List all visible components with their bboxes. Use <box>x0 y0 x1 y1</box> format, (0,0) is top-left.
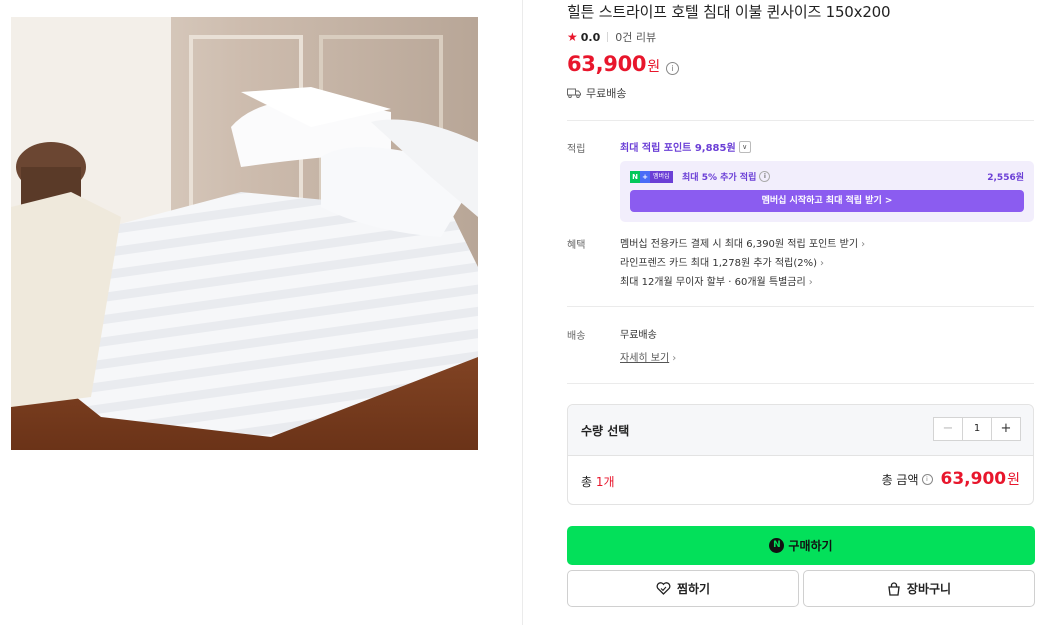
buy-button-label: 구매하기 <box>788 539 833 553</box>
naver-plus-membership-badge: N + 멤버십 <box>630 171 673 183</box>
heart-icon <box>656 582 671 595</box>
total-amount: 총 금액 i 63,900 원 <box>882 469 1020 489</box>
delivery-value: 무료배송 <box>620 330 657 341</box>
quantity-input[interactable]: 1 <box>963 418 991 440</box>
total-price: 63,900 <box>940 469 1007 489</box>
divider-1 <box>567 120 1034 121</box>
membership-extra-text: 최대 5% 추가 적립 <box>682 173 757 183</box>
chevron-down-icon: ∨ <box>738 140 751 153</box>
membership-box: N + 멤버십 최대 5% 추가 적립 i 2,556원 멤버십 시작하고 최대… <box>620 161 1034 222</box>
chevron-right-icon: › <box>861 239 866 250</box>
total-prefix: 총 <box>581 475 596 489</box>
total-count-value: 1개 <box>595 475 615 489</box>
quantity-header: 수량 선택 − 1 + <box>568 405 1033 456</box>
membership-badge-text: 멤버십 <box>650 171 673 183</box>
chevron-right-icon: › <box>820 258 824 269</box>
membership-info-icon[interactable]: i <box>759 171 771 182</box>
quantity-box: 수량 선택 − 1 + 총 1개 총 금액 i 63,900 원 <box>567 404 1034 505</box>
price-row: 63,900 원 i <box>567 52 680 76</box>
points-label: 적립 <box>567 144 586 155</box>
shipping-badge-label: 무료배송 <box>586 87 627 100</box>
price-info-icon[interactable]: i <box>666 62 680 75</box>
benefit-item-text: 최대 12개월 무이자 할부 · 60개월 특별금리 <box>620 277 806 288</box>
benefit-item-installment[interactable]: 최대 12개월 무이자 할부 · 60개월 특별금리 › <box>620 273 813 288</box>
benefits-label: 혜택 <box>567 240 586 251</box>
delivery-label: 배송 <box>567 331 586 342</box>
naver-n-badge: N <box>630 171 640 183</box>
product-image <box>11 17 478 450</box>
buy-button[interactable]: N 구매하기 <box>567 526 1035 565</box>
total-currency: 원 <box>1007 472 1020 488</box>
divider-3 <box>567 383 1034 384</box>
divider-2 <box>567 306 1034 307</box>
rating-row: ★ 0.0 0건 리뷰 <box>567 29 656 45</box>
total-count: 총 1개 <box>581 473 615 490</box>
benefit-item-card[interactable]: 멤버십 전용카드 결제 시 최대 6,390원 적립 포인트 받기 › <box>620 235 865 250</box>
chevron-right-icon: › <box>672 353 677 364</box>
plus-badge: + <box>640 171 650 183</box>
cart-button[interactable]: 장바구니 <box>803 570 1035 607</box>
chevron-right-icon: › <box>808 277 813 288</box>
max-points-toggle[interactable]: 최대 적립 포인트 9,885원 ∨ <box>620 139 751 154</box>
increase-button[interactable]: + <box>991 418 1020 440</box>
cart-button-label: 장바구니 <box>906 582 952 596</box>
star-icon: ★ <box>567 30 578 44</box>
delivery-detail-text: 자세히 보기 <box>620 353 670 364</box>
review-count-link[interactable]: 0건 리뷰 <box>615 29 656 45</box>
benefit-item-linefriends[interactable]: 라인프렌즈 카드 최대 1,278원 추가 적립(2%) › <box>620 254 824 269</box>
membership-extra: 최대 5% 추가 적립 i <box>682 170 771 183</box>
quantity-title: 수량 선택 <box>581 424 630 438</box>
wish-button[interactable]: 찜하기 <box>567 570 799 607</box>
truck-icon <box>567 88 581 98</box>
rating-divider <box>607 32 609 42</box>
total-info-icon[interactable]: i <box>921 473 933 485</box>
delivery-detail-link[interactable]: 자세히 보기 › <box>620 349 676 364</box>
shipping-badge: 무료배송 <box>567 85 626 101</box>
max-points-text: 최대 적립 포인트 9,885원 <box>620 143 736 154</box>
membership-start-button[interactable]: 멤버십 시작하고 최대 적립 받기 > <box>630 190 1024 212</box>
quantity-stepper: − 1 + <box>933 417 1021 441</box>
price-currency: 원 <box>647 59 661 75</box>
column-divider <box>522 0 523 625</box>
decrease-button[interactable]: − <box>934 418 963 440</box>
rating-value: 0.0 <box>580 30 601 44</box>
naver-n-icon: N <box>769 538 785 553</box>
membership-extra-amount: 2,556원 <box>987 173 1024 183</box>
product-title: 힐튼 스트라이프 호텔 침대 이불 퀸사이즈 150x200 <box>567 3 891 21</box>
price-value: 63,900 <box>567 52 647 76</box>
benefit-item-text: 멤버십 전용카드 결제 시 최대 6,390원 적립 포인트 받기 <box>620 239 859 250</box>
shopping-bag-icon <box>888 581 900 596</box>
benefit-item-text: 라인프렌즈 카드 최대 1,278원 추가 적립(2%) <box>620 258 817 269</box>
wish-button-label: 찜하기 <box>676 582 711 596</box>
total-amount-label: 총 금액 <box>881 472 919 487</box>
